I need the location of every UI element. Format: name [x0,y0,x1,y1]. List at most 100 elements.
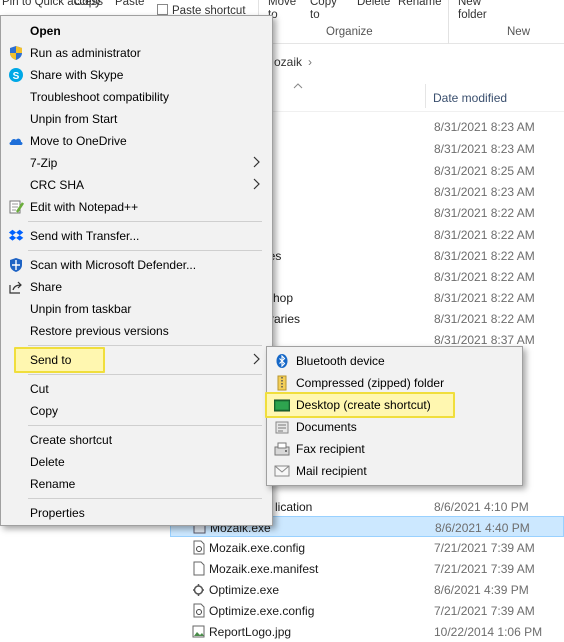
file-date: 7/21/2021 7:39 AM [434,541,535,555]
file-row[interactable]: Mozaik.exe.config 7/21/2021 7:39 AM [170,537,564,558]
menu-separator [28,221,262,222]
menu-item-share-with-skype[interactable]: S Share with Skype [3,64,270,86]
file-name: lication [275,500,313,514]
onedrive-icon [8,133,24,149]
paste-shortcut-icon [157,4,168,15]
menu-item-unpin-from-taskbar[interactable]: Unpin from taskbar [3,298,270,320]
menu-separator [28,374,262,375]
menu-item-copy[interactable]: Copy [3,400,270,422]
menu-item-scan-with-microsoft-defender[interactable]: Scan with Microsoft Defender... [3,254,270,276]
bluetooth-icon [274,353,290,369]
menu-item-label: Scan with Microsoft Defender... [30,258,197,272]
file-date: 8/31/2021 8:22 AM [434,206,535,220]
new-group-label: New [507,26,531,38]
column-separator[interactable] [425,84,426,108]
menu-item-unpin-from-start[interactable]: Unpin from Start [3,108,270,130]
file-date: 8/31/2021 8:22 AM [434,312,535,326]
menu-item-label: Cut [30,382,49,396]
menu-item-edit-with-notepad-plus-plus[interactable]: Edit with Notepad++ [3,196,270,218]
paste-button[interactable]: Paste [115,0,144,8]
file-date: 8/31/2021 8:23 AM [434,185,535,199]
menu-item-send-with-transfer[interactable]: Send with Transfer... [3,225,270,247]
menu-separator [28,425,262,426]
send-to-desktop-create-shortcut[interactable]: Desktop (create shortcut) [265,392,520,418]
menu-item-label: Unpin from taskbar [30,302,132,316]
copy-to-button[interactable]: Copy to [310,0,346,22]
file-date: 10/22/2014 1:06 PM [434,625,543,639]
menu-item-label: Properties [30,506,85,520]
menu-item-label: Restore previous versions [30,324,169,338]
context-menu: Open Run as administrator S Share with S… [0,15,273,526]
menu-separator [28,345,262,346]
file-row[interactable]: Mozaik.exe.manifest 7/21/2021 7:39 AM [170,558,564,579]
menu-item-restore-previous-versions[interactable]: Restore previous versions [3,320,270,342]
menu-separator [28,250,262,251]
send-to-fax-recipient[interactable]: Fax recipient [269,438,520,460]
menu-item-label: Share [30,280,63,294]
file-date: 8/31/2021 8:23 AM [434,120,535,134]
rename-button[interactable]: Rename [398,0,441,8]
file-date: 8/31/2021 8:25 AM [434,164,535,178]
menu-item-label: Edit with Notepad++ [30,200,139,214]
menu-item-7-zip[interactable]: 7-Zip [3,152,270,174]
file-date: 8/31/2021 8:22 AM [434,270,535,284]
send-to-documents[interactable]: Documents [269,416,520,438]
file-name: raries [270,312,301,326]
file-row[interactable]: Optimize.exe.config 7/21/2021 7:39 AM [170,600,564,621]
organize-group-label: Organize [326,26,373,38]
documents-icon [274,419,290,435]
menu-item-troubleshoot-compatibility[interactable]: Troubleshoot compatibility [3,86,270,108]
move-to-button[interactable]: Move to [268,0,304,22]
menu-item-create-shortcut[interactable]: Create shortcut [3,429,270,451]
send-to-mail-recipient[interactable]: Mail recipient [269,460,520,482]
menu-item-move-to-onedrive[interactable]: Move to OneDrive [3,130,270,152]
dropbox-icon [8,228,24,244]
date-modified-column-header[interactable]: Date modified [433,91,507,105]
menu-item-label: Open [30,24,61,38]
delete-button[interactable]: Delete [357,0,390,8]
file-name: hop [273,291,294,305]
defender-icon [8,257,24,273]
menu-item-run-as-administrator[interactable]: Run as administrator [3,42,270,64]
menu-item-rename[interactable]: Rename [3,473,270,495]
file-row[interactable]: ReportLogo.jpg 10/22/2014 1:06 PM [170,621,564,642]
copy-button[interactable]: Copy [74,0,101,8]
menu-item-label: Compressed (zipped) folder [296,376,445,390]
menu-item-label: Bluetooth device [296,354,385,368]
file-row[interactable]: Optimize.exe 8/6/2021 4:39 PM [170,579,564,600]
menu-item-delete[interactable]: Delete [3,451,270,473]
menu-item-label: Documents [296,420,357,434]
file-date: 8/6/2021 4:10 PM [434,500,529,514]
file-date: 7/21/2021 7:39 AM [434,562,535,576]
ribbon-separator [448,0,449,44]
sort-up-icon [293,82,303,92]
menu-item-label: 7-Zip [30,156,58,170]
file-date: 8/6/2021 4:39 PM [434,583,529,597]
menu-item-properties[interactable]: Properties [3,502,270,524]
file-name: Mozaik.exe.config [209,541,306,555]
menu-item-label: Send with Transfer... [30,229,140,243]
config-file-icon [192,603,205,618]
file-date: 7/21/2021 7:39 AM [434,604,535,618]
fax-icon [274,441,290,457]
menu-item-share[interactable]: Share [3,276,270,298]
menu-item-label: Fax recipient [296,442,365,456]
new-folder-button[interactable]: New folder [458,0,498,22]
file-date: 8/31/2021 8:22 AM [434,249,535,263]
menu-item-open[interactable]: Open [3,20,270,42]
send-to-bluetooth-device[interactable]: Bluetooth device [269,350,520,372]
menu-item-label: Create shortcut [30,433,113,447]
menu-item-cut[interactable]: Cut [3,378,270,400]
share-icon [8,279,24,295]
file-name: Optimize.exe.config [209,604,315,618]
chevron-right-icon [251,176,261,192]
menu-item-label: Delete [30,455,65,469]
menu-item-crc-sha[interactable]: CRC SHA [3,174,270,196]
menu-item-label: CRC SHA [30,178,85,192]
config-file-icon [192,540,205,555]
menu-item-send-to[interactable]: Send to [3,347,270,373]
breadcrumb-chevron-icon[interactable]: › [308,55,312,69]
send-to-compressed-folder[interactable]: Compressed (zipped) folder [269,372,520,394]
menu-item-label: Share with Skype [30,68,124,82]
menu-separator [28,498,262,499]
